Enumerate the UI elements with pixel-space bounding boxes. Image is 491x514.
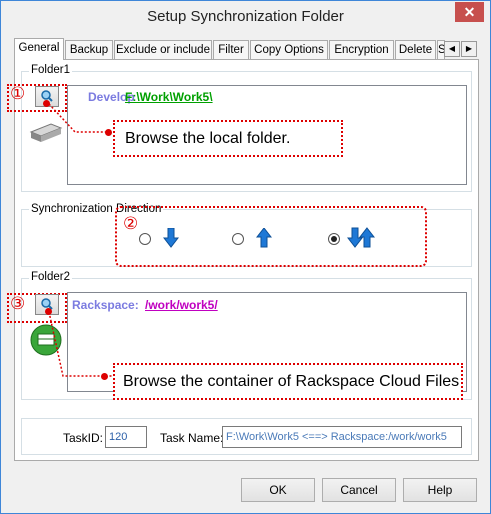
tab-general[interactable]: General [14, 38, 64, 60]
window-title: Setup Synchronization Folder [147, 8, 344, 25]
folder1-path-link[interactable]: F:\Work\Work5\ [125, 90, 213, 104]
marker-1: ① [10, 84, 26, 103]
callout-3-connector [48, 311, 115, 377]
general-tab-panel: Folder1 ① Develop F:\Work\Work5\ Browse … [7, 59, 479, 461]
radio-download[interactable] [139, 233, 151, 245]
arrow-up-icon [256, 228, 272, 248]
tab-strip: General Backup Exclude or include Filter… [14, 38, 479, 60]
folder1-label: Folder1 [29, 64, 72, 76]
ok-button[interactable]: OK [241, 478, 315, 502]
callout-1: Browse the local folder. [113, 120, 343, 157]
tab-filter[interactable]: Filter [213, 40, 249, 60]
callout-3: Browse the container of Rackspace Cloud … [113, 363, 463, 400]
close-button[interactable]: ✕ [455, 2, 484, 22]
tab-exclude-include[interactable]: Exclude or include [114, 40, 212, 60]
task-id-input[interactable]: 120 [105, 426, 147, 448]
radio-both[interactable] [328, 233, 340, 245]
folder2-path-link[interactable]: /work/work5/ [145, 298, 218, 312]
task-id-label: TaskID: [63, 431, 104, 445]
tab-delete[interactable]: Delete [395, 40, 436, 60]
tab-backup[interactable]: Backup [65, 40, 113, 60]
dialog-window: Setup Synchronization Folder ✕ General B… [0, 0, 491, 514]
callout-1-dot-start [43, 100, 50, 107]
marker-3: ③ [10, 294, 26, 313]
callout-1-dot-end [105, 129, 112, 136]
title-bar: Setup Synchronization Folder ✕ [1, 1, 490, 32]
marker-2: ② [123, 214, 139, 233]
radio-upload[interactable] [232, 233, 244, 245]
callout-3-dot-start [45, 308, 52, 315]
folder2-label: Folder2 [29, 271, 72, 283]
task-name-input[interactable]: F:\Work\Work5 <==> Rackspace:/work/work5 [222, 426, 462, 448]
arrow-both-icon [347, 227, 375, 248]
tab-copy-options[interactable]: Copy Options [250, 40, 328, 60]
cancel-button[interactable]: Cancel [322, 478, 396, 502]
tab-scroll-right-button[interactable]: ▶ [461, 41, 477, 57]
callout-3-dot-end [101, 373, 108, 380]
tab-scroll-left-button[interactable]: ◀ [444, 41, 460, 57]
task-name-label: Task Name: [160, 431, 224, 445]
tab-encryption[interactable]: Encryption [329, 40, 394, 60]
tab-scroll-buttons: ◀ ▶ [444, 41, 478, 57]
arrow-down-icon [163, 228, 179, 248]
help-button[interactable]: Help [403, 478, 477, 502]
